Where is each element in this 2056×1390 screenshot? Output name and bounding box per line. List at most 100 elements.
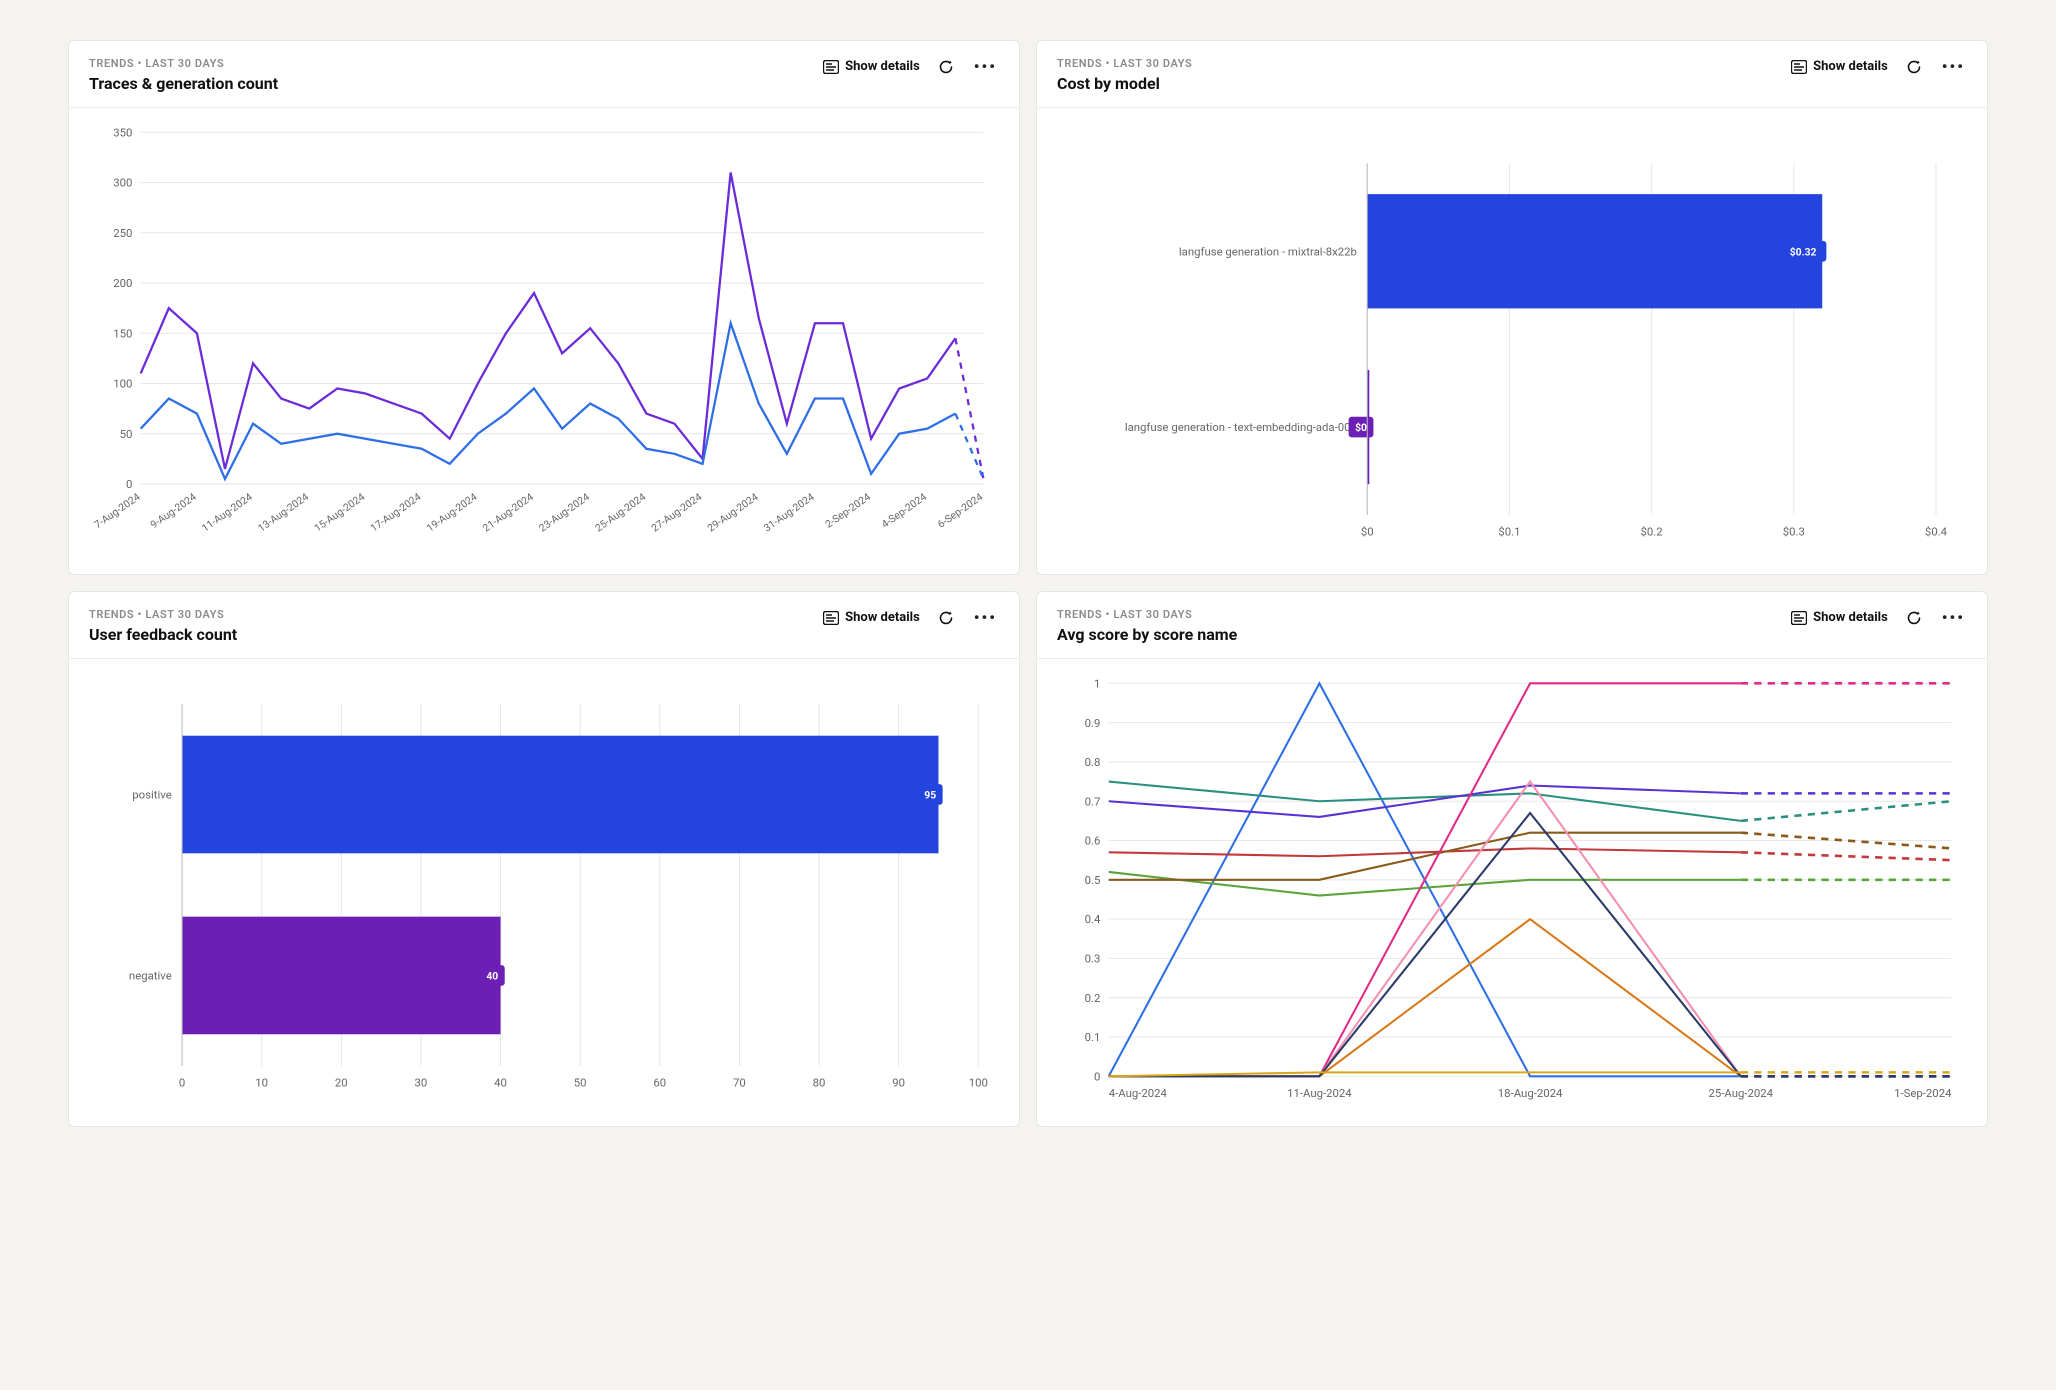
svg-text:0.1: 0.1 <box>1085 1030 1101 1044</box>
card-subtitle: TRENDS • LAST 30 DAYS <box>1057 608 1237 621</box>
card-cost: TRENDS • LAST 30 DAYS Cost by model Show… <box>1036 40 1988 575</box>
svg-text:70: 70 <box>733 1076 746 1090</box>
card-feedback: TRENDS • LAST 30 DAYS User feedback coun… <box>68 591 1020 1126</box>
svg-text:0.9: 0.9 <box>1085 716 1101 730</box>
card-title: Cost by model <box>1057 74 1192 93</box>
refresh-icon <box>1906 59 1922 75</box>
card-title: Traces & generation count <box>89 74 278 93</box>
svg-text:9-Aug-2024: 9-Aug-2024 <box>148 490 199 531</box>
show-details-button[interactable]: Show details <box>1791 610 1888 625</box>
svg-text:30: 30 <box>415 1076 428 1090</box>
card-subtitle: TRENDS • LAST 30 DAYS <box>89 608 237 621</box>
svg-text:$0.2: $0.2 <box>1641 525 1663 539</box>
more-menu-button[interactable]: ••• <box>1940 57 1967 76</box>
more-icon: ••• <box>1942 57 1965 76</box>
more-menu-button[interactable]: ••• <box>972 57 999 76</box>
svg-text:250: 250 <box>113 226 132 240</box>
card-subtitle: TRENDS • LAST 30 DAYS <box>89 57 278 70</box>
svg-text:29-Aug-2024: 29-Aug-2024 <box>705 490 761 534</box>
more-menu-button[interactable]: ••• <box>1940 608 1967 627</box>
svg-text:31-Aug-2024: 31-Aug-2024 <box>761 490 817 534</box>
svg-text:50: 50 <box>120 427 133 441</box>
card-traces: TRENDS • LAST 30 DAYS Traces & generatio… <box>68 40 1020 575</box>
svg-text:$0.1: $0.1 <box>1498 525 1520 539</box>
svg-text:100: 100 <box>113 377 132 391</box>
svg-text:0.6: 0.6 <box>1085 834 1101 848</box>
svg-text:0.4: 0.4 <box>1085 913 1101 927</box>
svg-text:0.8: 0.8 <box>1085 755 1101 769</box>
svg-text:0: 0 <box>179 1076 185 1090</box>
card-header: TRENDS • LAST 30 DAYS Avg score by score… <box>1037 592 1987 659</box>
svg-text:18-Aug-2024: 18-Aug-2024 <box>1498 1086 1563 1100</box>
show-details-label: Show details <box>1813 610 1888 625</box>
refresh-icon <box>938 59 954 75</box>
show-details-label: Show details <box>1813 59 1888 74</box>
svg-text:90: 90 <box>892 1076 905 1090</box>
details-icon <box>1791 60 1807 74</box>
svg-text:21-Aug-2024: 21-Aug-2024 <box>480 490 536 534</box>
svg-text:23-Aug-2024: 23-Aug-2024 <box>536 490 592 534</box>
svg-text:25-Aug-2024: 25-Aug-2024 <box>593 490 649 534</box>
svg-text:150: 150 <box>113 326 132 340</box>
chart-feedback: 0102030405060708090100positive95negative… <box>69 659 1019 1125</box>
chart-traces: 0501001502002503003507-Aug-20249-Aug-202… <box>69 108 1019 574</box>
svg-text:langfuse generation - text-emb: langfuse generation - text-embedding-ada… <box>1125 420 1357 434</box>
card-score: TRENDS • LAST 30 DAYS Avg score by score… <box>1036 591 1988 1126</box>
refresh-icon <box>938 610 954 626</box>
svg-text:0: 0 <box>126 477 132 491</box>
svg-text:60: 60 <box>653 1076 666 1090</box>
svg-text:80: 80 <box>813 1076 826 1090</box>
svg-text:27-Aug-2024: 27-Aug-2024 <box>649 490 705 534</box>
show-details-label: Show details <box>845 610 920 625</box>
refresh-button[interactable] <box>938 59 954 75</box>
svg-text:40: 40 <box>494 1076 507 1090</box>
svg-text:positive: positive <box>132 788 171 802</box>
svg-text:0.3: 0.3 <box>1085 952 1101 966</box>
details-icon <box>823 60 839 74</box>
svg-text:0: 0 <box>1094 1070 1100 1084</box>
svg-text:10: 10 <box>255 1076 268 1090</box>
svg-text:2-Sep-2024: 2-Sep-2024 <box>823 490 873 531</box>
more-icon: ••• <box>974 57 997 76</box>
svg-text:7-Aug-2024: 7-Aug-2024 <box>92 490 143 531</box>
show-details-button[interactable]: Show details <box>1791 59 1888 74</box>
card-subtitle: TRENDS • LAST 30 DAYS <box>1057 57 1192 70</box>
svg-text:25-Aug-2024: 25-Aug-2024 <box>1709 1086 1774 1100</box>
svg-text:4-Aug-2024: 4-Aug-2024 <box>1109 1086 1168 1100</box>
svg-text:0.5: 0.5 <box>1085 873 1101 887</box>
svg-text:$0: $0 <box>1355 421 1367 434</box>
more-menu-button[interactable]: ••• <box>972 608 999 627</box>
svg-text:6-Sep-2024: 6-Sep-2024 <box>935 490 985 531</box>
svg-text:19-Aug-2024: 19-Aug-2024 <box>424 490 480 534</box>
svg-text:13-Aug-2024: 13-Aug-2024 <box>255 490 311 534</box>
svg-text:langfuse generation - mixtral-: langfuse generation - mixtral-8x22b <box>1179 244 1357 258</box>
svg-text:17-Aug-2024: 17-Aug-2024 <box>368 490 424 534</box>
svg-text:15-Aug-2024: 15-Aug-2024 <box>312 490 368 534</box>
svg-text:$0: $0 <box>1361 525 1374 539</box>
svg-text:11-Aug-2024: 11-Aug-2024 <box>1287 1086 1352 1100</box>
refresh-button[interactable] <box>1906 59 1922 75</box>
card-header: TRENDS • LAST 30 DAYS Cost by model Show… <box>1037 41 1987 108</box>
svg-text:$0.32: $0.32 <box>1790 245 1817 258</box>
svg-text:negative: negative <box>129 969 172 983</box>
svg-text:$0.3: $0.3 <box>1783 525 1805 539</box>
svg-text:350: 350 <box>113 125 132 139</box>
refresh-icon <box>1906 610 1922 626</box>
more-icon: ••• <box>974 608 997 627</box>
svg-text:300: 300 <box>113 176 132 190</box>
details-icon <box>1791 611 1807 625</box>
details-icon <box>823 611 839 625</box>
svg-text:11-Aug-2024: 11-Aug-2024 <box>199 490 255 534</box>
svg-text:$0.4: $0.4 <box>1925 525 1948 539</box>
show-details-button[interactable]: Show details <box>823 610 920 625</box>
refresh-button[interactable] <box>1906 610 1922 626</box>
show-details-button[interactable]: Show details <box>823 59 920 74</box>
svg-text:95: 95 <box>924 789 936 802</box>
dashboard-grid: TRENDS • LAST 30 DAYS Traces & generatio… <box>68 40 1988 1127</box>
svg-text:4-Sep-2024: 4-Sep-2024 <box>879 490 929 531</box>
card-title: User feedback count <box>89 625 237 644</box>
card-title: Avg score by score name <box>1057 625 1237 644</box>
svg-text:50: 50 <box>574 1076 587 1090</box>
svg-text:0.7: 0.7 <box>1085 795 1101 809</box>
refresh-button[interactable] <box>938 610 954 626</box>
